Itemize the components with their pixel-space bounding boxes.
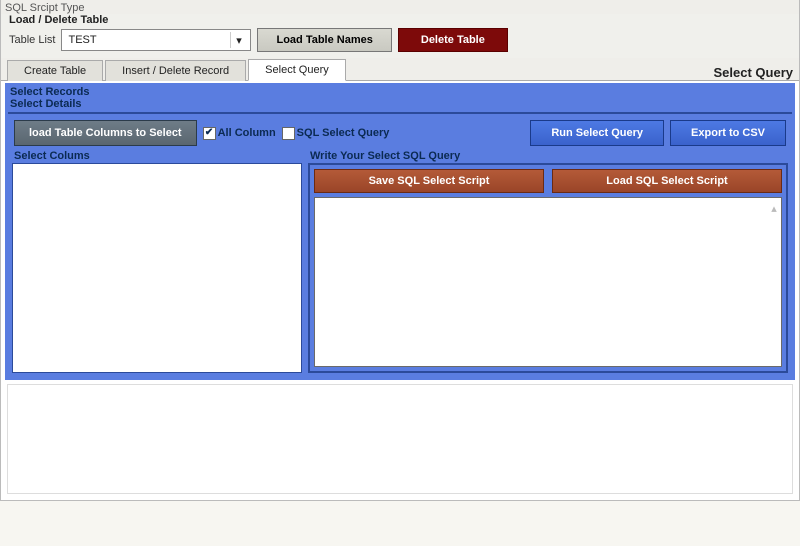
load-delete-section: Load / Delete Table Table List TEST ▾ Lo… (1, 14, 799, 58)
tab-create-table[interactable]: Create Table (7, 60, 103, 81)
select-columns-listbox[interactable] (12, 163, 302, 373)
save-sql-script-button[interactable]: Save SQL Select Script (314, 169, 544, 193)
all-column-checkbox[interactable]: ✔ (203, 127, 216, 140)
all-column-label: All Column (218, 127, 276, 139)
sql-script-window: SQL Srcipt Type Load / Delete Table Tabl… (0, 0, 800, 501)
select-columns-title: Select Colums (12, 150, 302, 163)
sql-select-query-label: SQL Select Query (297, 127, 390, 139)
export-to-csv-button[interactable]: Export to CSV (670, 120, 786, 146)
load-sql-script-button[interactable]: Load SQL Select Script (552, 169, 782, 193)
scroll-up-icon[interactable]: ▴ (769, 202, 779, 215)
tabstrip: Create Table Insert / Delete Record Sele… (1, 58, 799, 81)
table-list-label: Table List (9, 34, 55, 46)
sql-query-textarea[interactable] (321, 204, 775, 360)
query-box-container: Save SQL Select Script Load SQL Select S… (308, 163, 788, 373)
tab-body: Select Records Select Details load Table… (1, 81, 799, 500)
query-textarea-container: ▴ (314, 197, 782, 367)
table-list-value: TEST (68, 34, 96, 46)
table-list-dropdown[interactable]: TEST ▾ (61, 29, 251, 51)
all-column-checkbox-wrap[interactable]: ✔ All Column (203, 127, 276, 140)
select-records-panel: Select Records Select Details load Table… (5, 83, 795, 380)
tab-insert-delete-record[interactable]: Insert / Delete Record (105, 60, 246, 81)
load-table-names-button[interactable]: Load Table Names (257, 28, 391, 52)
chevron-down-icon: ▾ (230, 32, 246, 48)
tab-select-query[interactable]: Select Query (248, 59, 346, 81)
run-select-query-button[interactable]: Run Select Query (530, 120, 664, 146)
delete-table-button[interactable]: Delete Table (398, 28, 508, 52)
select-details-title: Select Details (8, 98, 792, 112)
write-query-title: Write Your Select SQL Query (308, 150, 788, 163)
load-delete-title: Load / Delete Table (9, 14, 795, 26)
results-area[interactable] (7, 384, 793, 494)
sql-select-query-checkbox[interactable] (282, 127, 295, 140)
select-records-title: Select Records (8, 86, 792, 98)
window-title: SQL Srcipt Type (1, 0, 799, 14)
sql-select-query-checkbox-wrap[interactable]: SQL Select Query (282, 127, 390, 140)
active-tab-title: Select Query (714, 63, 800, 80)
load-table-columns-button[interactable]: load Table Columns to Select (14, 120, 197, 146)
select-toolbar: load Table Columns to Select ✔ All Colum… (12, 118, 788, 150)
